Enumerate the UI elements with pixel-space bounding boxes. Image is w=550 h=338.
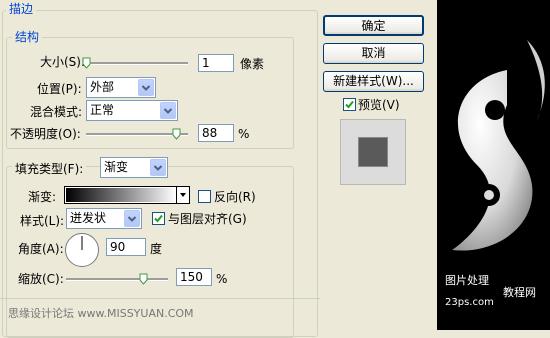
- fill-type-label: 填充类型(F):: [12, 162, 87, 176]
- scale-unit: %: [216, 272, 228, 286]
- chevron-down-icon[interactable]: [160, 102, 176, 119]
- scale-slider-track[interactable]: [66, 278, 168, 281]
- preview-checkbox[interactable]: [343, 98, 356, 111]
- position-select[interactable]: 外部: [86, 77, 156, 98]
- size-slider-thumb[interactable]: [82, 57, 91, 69]
- position-value: 外部: [90, 80, 115, 94]
- style-select[interactable]: 迸发状: [66, 208, 142, 229]
- preview-label: 预览(V): [358, 98, 400, 112]
- chevron-down-icon[interactable]: [138, 79, 154, 96]
- reverse-checkbox[interactable]: [198, 190, 211, 203]
- cancel-button[interactable]: 取消: [323, 43, 424, 64]
- ok-button[interactable]: 确定: [323, 15, 424, 36]
- footer-credit: 思缘设计论坛 www.MISSYUAN.COM: [8, 307, 194, 320]
- gradient-label: 渐变:: [28, 190, 57, 204]
- opacity-label: 不透明度(O):: [10, 127, 81, 141]
- blend-mode-value: 正常: [90, 103, 115, 117]
- reverse-label: 反向(R): [214, 190, 256, 204]
- scale-label: 缩放(C):: [18, 272, 64, 286]
- scale-input[interactable]: 150: [176, 268, 212, 286]
- new-style-button[interactable]: 新建样式(W)...: [323, 71, 424, 92]
- style-value: 迸发状: [70, 211, 107, 225]
- watermark-logo: 图片处理 教程网 23ps.com: [437, 272, 550, 330]
- gradient-picker[interactable]: [64, 186, 190, 204]
- fill-type-value: 渐变: [104, 160, 129, 174]
- watermark-line1: 图片处理: [445, 274, 489, 287]
- opacity-slider-thumb[interactable]: [172, 128, 181, 140]
- size-slider-track[interactable]: [86, 62, 188, 65]
- align-with-layer-checkbox[interactable]: [152, 212, 165, 225]
- preview-square: [359, 138, 387, 166]
- fill-type-select[interactable]: 渐变: [100, 157, 168, 178]
- size-input[interactable]: 1: [198, 54, 234, 72]
- angle-unit: 度: [150, 242, 163, 256]
- blend-mode-select[interactable]: 正常: [86, 100, 178, 121]
- watermark-line2: 教程网: [503, 286, 536, 299]
- chevron-down-icon[interactable]: [150, 159, 166, 176]
- style-label: 样式(L):: [20, 214, 65, 228]
- divider: [0, 298, 320, 299]
- opacity-input[interactable]: 88: [198, 124, 234, 142]
- stroke-title: 描边: [6, 2, 37, 16]
- chevron-down-icon[interactable]: [124, 210, 140, 227]
- checkmark-icon: [345, 100, 354, 109]
- position-label: 位置(P):: [37, 82, 82, 96]
- watermark-line3: 23ps.com: [445, 297, 494, 308]
- gradient-swatch[interactable]: [66, 188, 176, 202]
- size-unit: 像素: [240, 57, 265, 71]
- checkmark-icon: [154, 214, 163, 223]
- preview-swatch: [340, 119, 406, 185]
- opacity-unit: %: [238, 127, 250, 141]
- angle-input[interactable]: 90: [106, 238, 146, 256]
- blend-mode-label: 混合模式:: [30, 105, 83, 119]
- size-label: 大小(S):: [40, 55, 86, 69]
- structure-title: 结构: [12, 30, 43, 44]
- angle-dial[interactable]: [64, 232, 100, 268]
- align-with-layer-label: 与图层对齐(G): [168, 212, 247, 226]
- gradient-dropdown-icon[interactable]: [176, 187, 189, 203]
- angle-label: 角度(A):: [18, 242, 64, 256]
- scale-slider-thumb[interactable]: [139, 273, 148, 285]
